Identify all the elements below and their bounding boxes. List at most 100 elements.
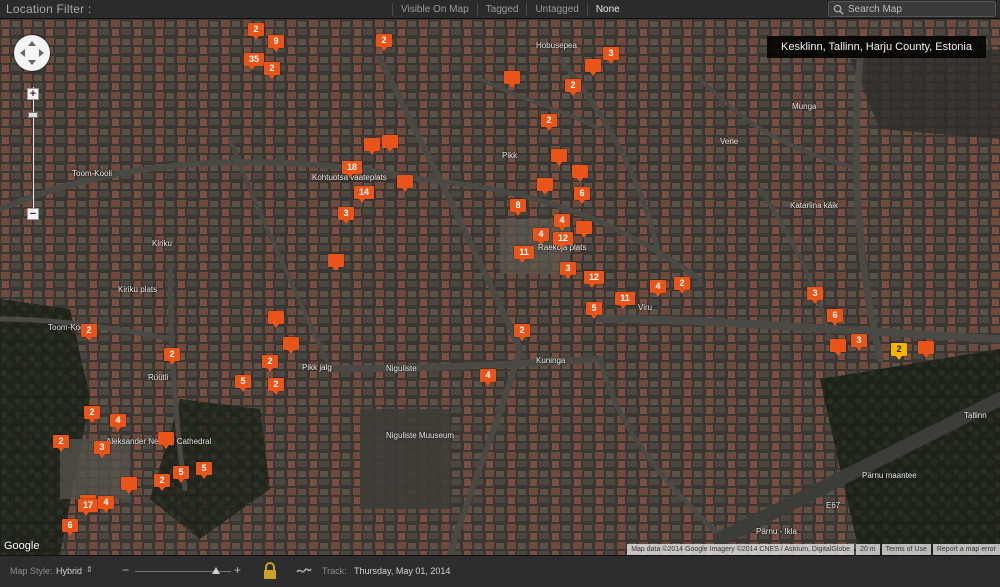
photo-pin[interactable] (268, 311, 284, 328)
updown-arrow-icon[interactable]: ⇕ (86, 565, 93, 574)
photo-pin[interactable] (504, 71, 520, 88)
photo-pin[interactable]: 4 (98, 496, 114, 513)
photo-pin[interactable] (328, 254, 344, 271)
photo-pin[interactable]: 5 (196, 462, 212, 479)
photo-pin[interactable]: 3 (851, 334, 867, 351)
photo-pin[interactable]: 12 (584, 271, 604, 288)
photo-pin[interactable]: 2 (674, 277, 690, 294)
street-label: Viru (638, 303, 653, 312)
photo-pin[interactable] (364, 138, 380, 155)
photo-pin[interactable] (551, 149, 567, 166)
photo-pin[interactable]: 11 (615, 292, 635, 309)
terms-of-use-link[interactable]: Terms of Use (881, 544, 931, 555)
filter-none[interactable]: None (586, 3, 628, 16)
photo-pin[interactable]: 3 (603, 47, 619, 64)
zoom-slider-track[interactable] (33, 87, 34, 215)
photo-pin[interactable] (585, 59, 601, 76)
search-map-box[interactable] (828, 1, 996, 17)
photo-pin[interactable]: 2 (84, 406, 100, 423)
photo-pin[interactable]: 4 (650, 280, 666, 297)
photo-pin[interactable]: 5 (235, 375, 251, 392)
photo-pin[interactable]: 9 (268, 35, 284, 52)
photo-pin[interactable]: 12 (553, 232, 573, 249)
street-label: Kiriku (152, 239, 173, 248)
road-shield: E67 (826, 501, 841, 510)
photo-pin[interactable]: 17 (78, 499, 98, 516)
zoom-slider-handle[interactable] (28, 112, 38, 118)
street-label: Munga (792, 102, 817, 111)
street-label: Kuninga (536, 356, 566, 365)
photo-pin[interactable]: 2 (164, 348, 180, 365)
photo-pin[interactable]: 2 (154, 474, 170, 491)
scale-bar: 20 m (856, 544, 880, 555)
photo-pin[interactable]: 3 (560, 262, 576, 279)
lock-icon[interactable] (263, 562, 277, 580)
photo-pin[interactable] (121, 477, 137, 494)
photo-pin[interactable]: 8 (510, 199, 526, 216)
photo-pin[interactable]: 6 (574, 187, 590, 204)
track-label: Track: (322, 566, 347, 576)
photo-pin[interactable]: 14 (354, 186, 374, 203)
report-map-error-link[interactable]: Report a map error (932, 544, 1000, 555)
street-label: Pikk jalg (302, 363, 332, 372)
photo-pin[interactable] (918, 341, 934, 358)
search-icon (833, 4, 844, 15)
photo-pin[interactable]: 4 (533, 228, 549, 245)
street-label: Hobusepea (536, 41, 577, 50)
map-pan-control[interactable] (14, 35, 50, 71)
zoom-out-button[interactable]: − (122, 563, 129, 577)
photo-pin[interactable]: 2 (264, 62, 280, 79)
photo-pin[interactable]: 3 (94, 441, 110, 458)
poi-label: Niguliste Muuseum (386, 431, 455, 440)
map-zoom-in-button[interactable]: + (27, 88, 39, 100)
photo-pin[interactable]: 2 (262, 355, 278, 372)
photo-pin[interactable] (382, 135, 398, 152)
street-label: Pärnu maantee (862, 471, 917, 480)
photo-pin[interactable]: 2 (268, 378, 284, 395)
photo-pin[interactable]: 3 (807, 287, 823, 304)
map-style-select[interactable]: Hybrid (56, 566, 82, 576)
map-zoom-out-button[interactable]: − (27, 208, 39, 220)
street-label: Vene (720, 137, 739, 146)
filter-untagged[interactable]: Untagged (526, 3, 586, 16)
photo-pin[interactable] (572, 165, 588, 182)
photo-pin[interactable]: 2 (376, 34, 392, 51)
photo-pin[interactable] (576, 221, 592, 238)
photo-pin[interactable]: 4 (110, 414, 126, 431)
photo-pin[interactable]: 2 (541, 114, 557, 131)
photo-pin[interactable]: 6 (62, 519, 78, 536)
photo-pin[interactable]: 2 (81, 324, 97, 341)
map-view[interactable]: Kesklinn, Tallinn, Harju County, Estonia… (0, 19, 1000, 555)
selected-photo-pin[interactable]: 2 (891, 343, 907, 360)
photo-pin[interactable]: 35 (244, 53, 264, 70)
zoom-slider-thumb[interactable] (212, 567, 220, 574)
street-label: Pikk (502, 151, 518, 160)
photo-pin[interactable]: 11 (514, 246, 534, 263)
track-icon[interactable] (296, 566, 312, 576)
zoom-in-button[interactable]: + (234, 563, 241, 577)
street-label: Tallinn (964, 411, 987, 420)
photo-pin[interactable]: 2 (565, 79, 581, 96)
filter-visible-on-map[interactable]: Visible On Map (392, 3, 477, 16)
search-map-input[interactable] (848, 3, 988, 15)
photo-pin[interactable]: 3 (338, 207, 354, 224)
photo-pin[interactable] (397, 175, 413, 192)
photo-pin[interactable]: 5 (586, 302, 602, 319)
location-filter-bar: Location Filter : Visible On Map Tagged … (0, 0, 1000, 19)
photo-pin[interactable]: 5 (173, 466, 189, 483)
filter-tagged[interactable]: Tagged (476, 3, 527, 16)
photo-pin[interactable] (158, 432, 174, 449)
photo-pin[interactable]: 2 (514, 324, 530, 341)
photo-pin[interactable] (830, 339, 846, 356)
photo-pin[interactable]: 18 (342, 161, 362, 178)
photo-pin[interactable] (537, 178, 553, 195)
photo-pin[interactable]: 6 (827, 309, 843, 326)
photo-pin[interactable]: 2 (248, 23, 264, 40)
street-label: Rüütli (148, 373, 169, 382)
photo-pin[interactable]: 4 (480, 369, 496, 386)
photo-pin[interactable]: 2 (53, 435, 69, 452)
location-label: Kesklinn, Tallinn, Harju County, Estonia (767, 36, 986, 58)
track-date[interactable]: Thursday, May 01, 2014 (354, 566, 450, 576)
photo-pin[interactable] (283, 337, 299, 354)
photo-pin[interactable]: 4 (554, 214, 570, 231)
